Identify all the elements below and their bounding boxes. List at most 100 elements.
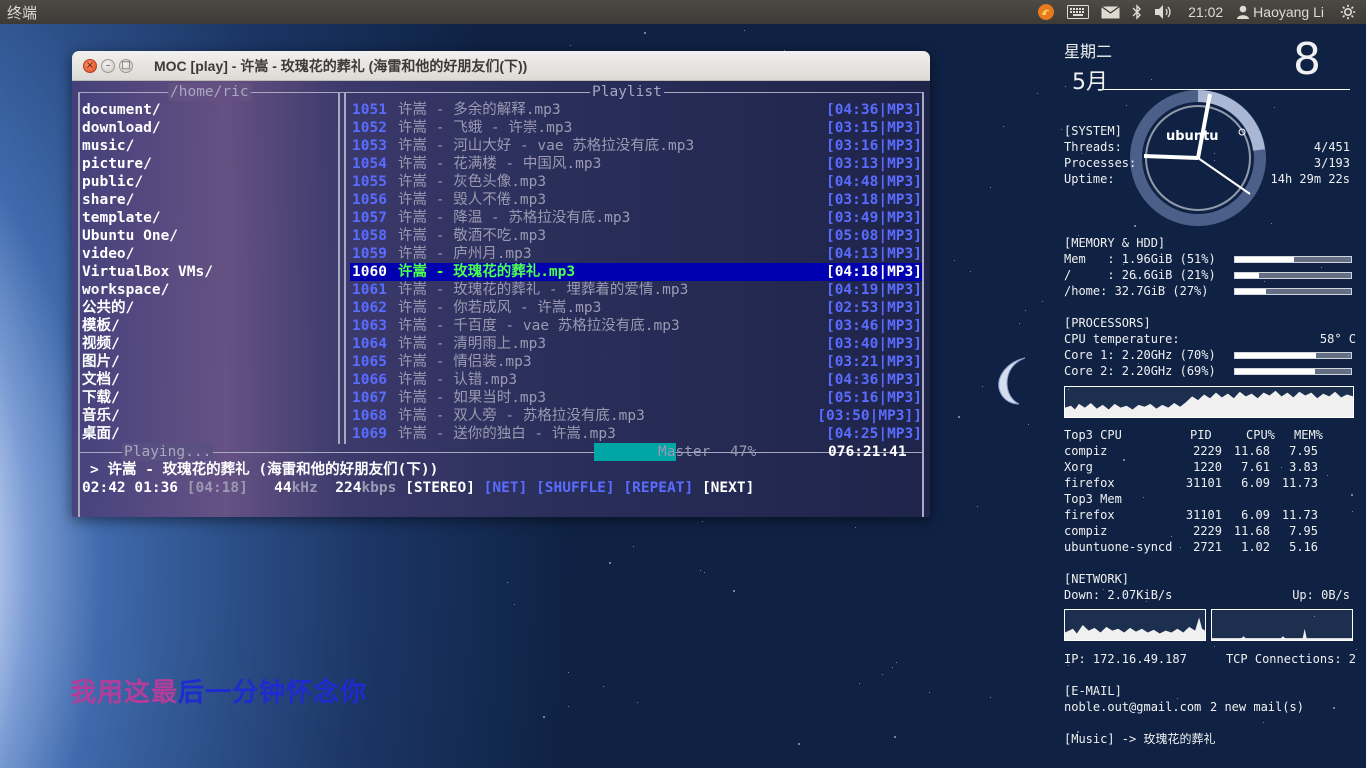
directory-item[interactable]: share/ bbox=[82, 191, 134, 209]
bluetooth-icon[interactable] bbox=[1126, 0, 1148, 24]
directory-item[interactable]: public/ bbox=[82, 173, 143, 191]
frame-right bbox=[922, 92, 924, 517]
frame-divider-inner bbox=[344, 92, 346, 444]
directory-item[interactable]: 文档/ bbox=[82, 371, 120, 389]
star bbox=[514, 603, 516, 605]
playlist-row[interactable]: 1060 许嵩 - 玫瑰花的葬礼.mp3 [04:18|MP3] bbox=[350, 263, 922, 281]
star bbox=[894, 735, 897, 738]
moc-icon[interactable] bbox=[1031, 0, 1061, 24]
process-cpu: 7.61 bbox=[1241, 460, 1270, 474]
col-pid: PID bbox=[1190, 428, 1212, 442]
lyric-unsung-part: 后一分钟怀念你 bbox=[178, 678, 368, 708]
process-pid: 31101 bbox=[1185, 508, 1222, 522]
directory-item[interactable]: 图片/ bbox=[82, 353, 120, 371]
cpu-graph bbox=[1064, 386, 1354, 418]
playlist-num: 1053 bbox=[352, 138, 387, 154]
directory-item[interactable]: 公共的/ bbox=[82, 299, 134, 317]
processes-label: Processes: bbox=[1064, 156, 1137, 170]
playlist-row[interactable]: 1059 许嵩 - 庐州月.mp3 [04:13|MP3] bbox=[350, 245, 922, 263]
process-name: firefox bbox=[1064, 476, 1115, 490]
directory-item[interactable]: Ubuntu One/ bbox=[82, 227, 178, 245]
meter-bar bbox=[1234, 368, 1352, 375]
ubuntu-logo: ubuntu bbox=[1166, 129, 1219, 144]
terminal-window[interactable]: × – □ MOC [play] - 许嵩 - 玫瑰花的葬礼 (海雷和他的好朋友… bbox=[72, 51, 930, 517]
playlist-row[interactable]: 1058 许嵩 - 敬酒不吃.mp3 [05:08|MP3] bbox=[350, 227, 922, 245]
playlist-dur: [03:46|MP3] bbox=[825, 318, 922, 334]
keyboard-icon[interactable] bbox=[1061, 0, 1095, 24]
top-cpu-header: Top3 CPU bbox=[1064, 428, 1122, 442]
star bbox=[1036, 93, 1038, 95]
process-pid: 31101 bbox=[1185, 476, 1222, 490]
playlist-num: 1061 bbox=[352, 282, 387, 298]
playlist-row[interactable]: 1066 许嵩 - 认错.mp3 [04:36|MP3] bbox=[350, 371, 922, 389]
maximize-button[interactable]: □ bbox=[119, 58, 133, 73]
directory-item[interactable]: workspace/ bbox=[82, 281, 169, 299]
playlist-dur: [04:36|MP3] bbox=[825, 102, 922, 118]
directory-item[interactable]: download/ bbox=[82, 119, 161, 137]
user-menu[interactable]: Haoyang Li bbox=[1231, 0, 1334, 24]
playlist-row[interactable]: 1052 许嵩 - 飞蛾 - 许崇.mp3 [03:15|MP3] bbox=[350, 119, 922, 137]
volume-percent: 47% bbox=[730, 444, 757, 460]
panel-clock[interactable]: 21:02 bbox=[1180, 4, 1231, 20]
playlist-dur: [04:18|MP3] bbox=[825, 264, 922, 280]
playlist-row[interactable]: 1063 许嵩 - 千百度 - vae 苏格拉没有底.mp3 [03:46|MP3] bbox=[350, 317, 922, 335]
playlist-row[interactable]: 1064 许嵩 - 清明雨上.mp3 [03:40|MP3] bbox=[350, 335, 922, 353]
directory-item[interactable]: 音乐/ bbox=[82, 407, 120, 425]
time-total: [04:18] bbox=[186, 480, 248, 496]
meter-label: Mem : 1.96GiB (51%) bbox=[1064, 252, 1216, 266]
email-count: 2 new mail(s) bbox=[1210, 700, 1304, 714]
playlist-row[interactable]: 1053 许嵩 - 河山大好 - vae 苏格拉没有底.mp3 [03:16|MP3… bbox=[350, 137, 922, 155]
star bbox=[609, 561, 612, 564]
col-mem: MEM% bbox=[1294, 428, 1323, 442]
playlist-row[interactable]: 1068 许嵩 - 双人旁 - 苏格拉没有底.mp3 [03:50|MP3]] bbox=[350, 407, 922, 425]
directory-item[interactable]: document/ bbox=[82, 101, 161, 119]
playlist-row[interactable]: 1055 许嵩 - 灰色头像.mp3 [04:48|MP3] bbox=[350, 173, 922, 191]
process-name: compiz bbox=[1064, 524, 1108, 538]
directory-item[interactable]: music/ bbox=[82, 137, 134, 155]
star bbox=[543, 715, 546, 718]
moc-terminal[interactable]: /home/ric Playlist Playing... document/d… bbox=[72, 81, 930, 517]
cpu-temp-label: CPU temperature: bbox=[1064, 332, 1180, 346]
playlist-row[interactable]: 1057 许嵩 - 降温 - 苏格拉没有底.mp3 [03:49|MP3] bbox=[350, 209, 922, 227]
window-titlebar[interactable]: × – □ MOC [play] - 许嵩 - 玫瑰花的葬礼 (海雷和他的好朋友… bbox=[72, 51, 930, 81]
processors-header: [PROCESSORS] bbox=[1064, 316, 1151, 330]
process-mem: 7.95 bbox=[1289, 524, 1318, 538]
email-header: [E-MAIL] bbox=[1064, 684, 1122, 698]
month: 5月 bbox=[1072, 70, 1108, 95]
playlist-num: 1056 bbox=[352, 192, 387, 208]
directory-item[interactable]: 桌面/ bbox=[82, 425, 120, 443]
directory-item[interactable]: picture/ bbox=[82, 155, 152, 173]
processes-value: 3/193 bbox=[1313, 156, 1350, 170]
playlist-num: 1066 bbox=[352, 372, 387, 388]
playlist-title: 许嵩 - 玫瑰花的葬礼 - 埋葬着的爱情.mp3 bbox=[398, 282, 689, 298]
directory-item[interactable]: 视频/ bbox=[82, 335, 120, 353]
playlist-dur: [03:49|MP3] bbox=[825, 210, 922, 226]
playlist-dur: [05:08|MP3] bbox=[825, 228, 922, 244]
day-number: 8 bbox=[1293, 34, 1321, 85]
threads-value: 4/451 bbox=[1313, 140, 1350, 154]
gear-icon[interactable] bbox=[1334, 0, 1366, 24]
playing-label: Playing... bbox=[122, 443, 214, 461]
close-button[interactable]: × bbox=[83, 58, 97, 73]
directory-item[interactable]: 下载/ bbox=[82, 389, 120, 407]
star bbox=[854, 527, 856, 529]
playlist-row[interactable]: 1062 许嵩 - 你若成风 - 许嵩.mp3 [02:53|MP3] bbox=[350, 299, 922, 317]
playlist-dur: [04:13|MP3] bbox=[825, 246, 922, 262]
playlist-row[interactable]: 1061 许嵩 - 玫瑰花的葬礼 - 埋葬着的爱情.mp3 [04:19|MP3] bbox=[350, 281, 922, 299]
directory-item[interactable]: video/ bbox=[82, 245, 134, 263]
mixer-label: Master bbox=[658, 444, 711, 460]
net-down: Down: 2.07KiB/s bbox=[1064, 588, 1173, 602]
playlist-row[interactable]: 1056 许嵩 - 毁人不倦.mp3 [03:18|MP3] bbox=[350, 191, 922, 209]
directory-item[interactable]: template/ bbox=[82, 209, 161, 227]
mail-icon[interactable] bbox=[1095, 0, 1126, 24]
directory-item[interactable]: 模板/ bbox=[82, 317, 120, 335]
playlist-row[interactable]: 1054 许嵩 - 花满楼 - 中国风.mp3 [03:13|MP3] bbox=[350, 155, 922, 173]
playlist-row[interactable]: 1067 许嵩 - 如果当时.mp3 [05:16|MP3] bbox=[350, 389, 922, 407]
playlist-row[interactable]: 1065 许嵩 - 情侣装.mp3 [03:21|MP3] bbox=[350, 353, 922, 371]
playlist-row[interactable]: 1069 许嵩 - 送你的独白 - 许嵩.mp3 [04:25|MP3] bbox=[350, 425, 922, 443]
volume-icon[interactable] bbox=[1148, 0, 1180, 24]
star bbox=[1003, 126, 1005, 128]
playlist-row[interactable]: 1051 许嵩 - 多余的解释.mp3 [04:36|MP3] bbox=[350, 101, 922, 119]
directory-item[interactable]: VirtualBox VMs/ bbox=[82, 263, 213, 281]
minimize-button[interactable]: – bbox=[101, 58, 115, 73]
